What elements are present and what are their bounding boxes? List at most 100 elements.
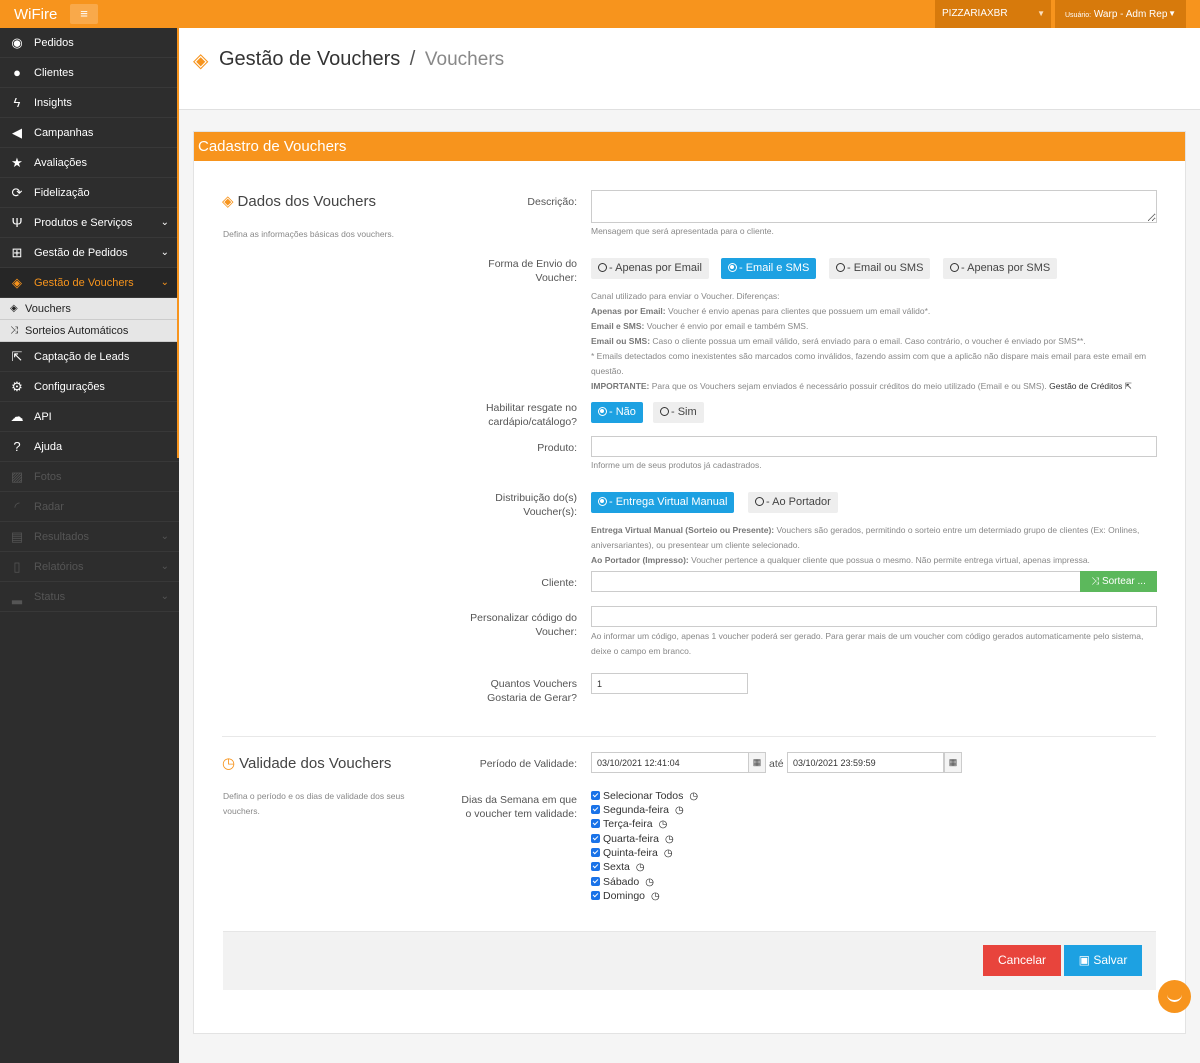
- day-checkbox-domingo[interactable]: Domingo ◷: [591, 889, 660, 903]
- help-bold: IMPORTANTE:: [591, 381, 650, 391]
- checkbox-checked-icon: [591, 848, 600, 857]
- cliente-label: Cliente:: [541, 577, 577, 589]
- sidebar-item-clientes[interactable]: ● Clientes: [0, 58, 179, 88]
- sidebar-item-campanhas[interactable]: ◀ Campanhas: [0, 118, 179, 148]
- sidebar-item-pedidos[interactable]: ◉ Pedidos: [0, 28, 179, 58]
- day-checkbox-sexta[interactable]: Sexta ◷: [591, 860, 645, 874]
- label-line: Habilitar resgate no: [485, 402, 577, 414]
- sidebar-item-label: Fidelização: [34, 187, 90, 199]
- store-select[interactable]: PIZZARIAXBR ▼: [935, 0, 1051, 28]
- radio-icon: [755, 497, 764, 506]
- day-checkbox-quinta[interactable]: Quinta-feira ◷: [591, 846, 673, 860]
- sidebar-item-label: Fotos: [34, 471, 62, 483]
- day-checkbox-quarta[interactable]: Quarta-feira ◷: [591, 832, 674, 846]
- brand-logo[interactable]: WiFire: [14, 6, 57, 23]
- sidebar-item-radar: ◜ Radar: [0, 492, 179, 522]
- sidebar-item-label: Avaliações: [34, 157, 87, 169]
- distribuicao-option-virtual[interactable]: - Entrega Virtual Manual: [591, 492, 735, 513]
- cliente-input[interactable]: [591, 571, 1081, 592]
- ate-label: até: [769, 758, 784, 770]
- periodo-end-input[interactable]: [787, 752, 944, 773]
- utensils-icon: Ψ: [11, 215, 23, 230]
- signal-icon: ▂: [12, 589, 22, 604]
- clock-icon[interactable]: ◷: [675, 804, 684, 818]
- clock-icon[interactable]: ◷: [651, 890, 660, 904]
- periodo-start-input[interactable]: [591, 752, 749, 773]
- sidebar-item-ajuda[interactable]: ? Ajuda: [0, 432, 179, 462]
- day-checkbox-sabado[interactable]: Sábado ◷: [591, 875, 654, 889]
- desc-line: Defina o período e os dias de validade d…: [223, 791, 405, 801]
- ticket-icon: ◈: [222, 193, 234, 210]
- sidebar-item-produtos[interactable]: Ψ Produtos e Serviços ⌄: [0, 208, 179, 238]
- distribuicao-option-portador[interactable]: - Ao Portador: [748, 492, 838, 513]
- option-label: - Sim: [671, 406, 697, 418]
- ticket-icon: ◈: [12, 275, 22, 290]
- clock-icon[interactable]: ◷: [659, 818, 668, 832]
- clock-icon[interactable]: ◷: [645, 876, 654, 890]
- day-checkbox-segunda[interactable]: Segunda-feira ◷: [591, 803, 684, 817]
- day-checkbox-terca[interactable]: Terça-feira ◷: [591, 817, 667, 831]
- distribuicao-label: Distribuição do(s) Voucher(s):: [430, 491, 577, 519]
- help-text: Voucher pertence a qualquer cliente que …: [688, 555, 1090, 565]
- sidebar-subitem-vouchers[interactable]: ◈ Vouchers: [0, 298, 179, 320]
- button-label: Sortear ...: [1101, 576, 1146, 587]
- envio-option-email-ou-sms[interactable]: - Email ou SMS: [829, 258, 931, 279]
- desc-line: vouchers.: [223, 806, 260, 816]
- resgate-option-nao[interactable]: - Não: [591, 402, 643, 423]
- help-text: Voucher é envio apenas para clientes que…: [665, 306, 931, 316]
- distribuicao-help: Entrega Virtual Manual (Sorteio ou Prese…: [591, 523, 1161, 568]
- day-label: Terça-feira: [603, 818, 653, 830]
- option-label: - Entrega Virtual Manual: [609, 496, 728, 508]
- sidebar-item-api[interactable]: ☁ API: [0, 402, 179, 432]
- radio-checked-icon: [598, 497, 607, 506]
- menu-toggle-button[interactable]: ≡: [70, 4, 98, 24]
- save-button[interactable]: ▣ Salvar: [1064, 945, 1142, 976]
- sidebar-item-avaliacoes[interactable]: ★ Avaliações: [0, 148, 179, 178]
- quantidade-input[interactable]: [591, 673, 748, 694]
- clock-icon[interactable]: ◷: [689, 790, 698, 804]
- calendar-start-button[interactable]: ▦: [748, 752, 766, 773]
- day-checkbox-todos[interactable]: Selecionar Todos ◷: [591, 789, 698, 803]
- calendar-end-button[interactable]: ▦: [944, 752, 962, 773]
- help-line: Entrega Virtual Manual (Sorteio ou Prese…: [591, 523, 1161, 538]
- descricao-textarea[interactable]: [591, 190, 1157, 223]
- resgate-option-sim[interactable]: - Sim: [653, 402, 704, 423]
- label-line: Voucher:: [535, 272, 577, 284]
- sidebar-item-fidelizacao[interactable]: ⟳ Fidelização: [0, 178, 179, 208]
- chevron-down-icon: ⌄: [160, 277, 169, 288]
- codigo-label: Personalizar código do Voucher:: [430, 611, 577, 639]
- chat-widget-button[interactable]: [1158, 980, 1191, 1013]
- external-link-icon: ⇱: [1124, 381, 1132, 391]
- codigo-input[interactable]: [591, 606, 1157, 627]
- help-line: deixe o campo em branco.: [591, 646, 692, 656]
- clock-icon[interactable]: ◷: [664, 847, 673, 861]
- sidebar-subitem-sorteios[interactable]: ⤨ Sorteios Automáticos: [0, 320, 179, 342]
- gestao-creditos-link[interactable]: Gestão de Créditos ⇱: [1049, 381, 1132, 391]
- sortear-button[interactable]: ⤨ Sortear ...: [1080, 571, 1157, 592]
- rss-icon: ◜: [14, 499, 20, 514]
- label-line: Voucher(s):: [523, 506, 577, 518]
- sidebar-item-gestao-pedidos[interactable]: ⊞ Gestão de Pedidos ⌄: [0, 238, 179, 268]
- clock-icon[interactable]: ◷: [636, 861, 645, 875]
- day-label: Sábado: [603, 876, 640, 888]
- clock-icon[interactable]: ◷: [665, 833, 674, 847]
- envio-option-email-e-sms[interactable]: - Email e SMS: [721, 258, 817, 279]
- users-icon: ●: [13, 65, 21, 80]
- sidebar-item-insights[interactable]: ϟ Insights: [0, 88, 179, 118]
- dashboard-icon: ◉: [11, 35, 23, 50]
- codigo-help: Ao informar um código, apenas 1 voucher …: [591, 629, 1161, 659]
- section-title-text: Dados dos Vouchers: [237, 193, 376, 210]
- produto-input[interactable]: [591, 436, 1157, 457]
- chevron-down-icon: ⌄: [160, 247, 169, 258]
- cancel-button[interactable]: Cancelar: [983, 945, 1061, 976]
- envio-option-apenas-email[interactable]: - Apenas por Email: [591, 258, 709, 279]
- sidebar-item-gestao-vouchers[interactable]: ◈ Gestão de Vouchers ⌄: [0, 268, 179, 298]
- label-line: Gostaria de Gerar?: [487, 692, 577, 704]
- envio-option-apenas-sms[interactable]: - Apenas por SMS: [943, 258, 1058, 279]
- produto-label: Produto:: [537, 442, 577, 454]
- label-line: cardápio/catálogo?: [488, 416, 577, 428]
- sidebar-item-label: Campanhas: [34, 127, 94, 139]
- sidebar-item-captacao[interactable]: ⇱ Captação de Leads: [0, 342, 179, 372]
- sidebar-item-configuracoes[interactable]: ⚙ Configurações: [0, 372, 179, 402]
- user-menu[interactable]: Usuário: Warp - Adm Rep ▼: [1055, 0, 1186, 28]
